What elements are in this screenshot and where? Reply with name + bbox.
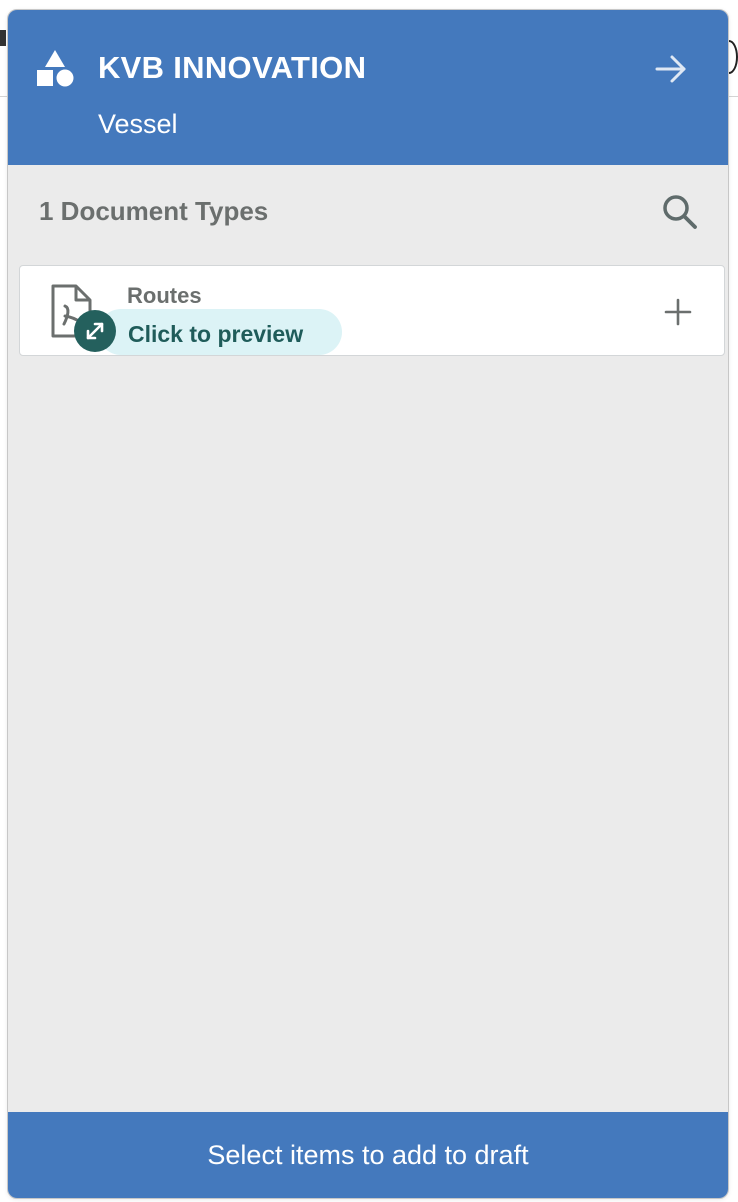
preview-label[interactable]: Click to preview	[128, 321, 303, 347]
entity-subtitle: Vessel	[98, 109, 178, 139]
search-button[interactable]	[656, 188, 704, 236]
add-to-draft-label: Select items to add to draft	[207, 1140, 529, 1170]
document-name: Routes	[127, 283, 202, 308]
document-type-item[interactable]: Click to preview Routes	[19, 265, 725, 356]
add-document-button[interactable]	[658, 292, 698, 332]
plus-icon	[664, 298, 692, 326]
document-types-panel: KVB INNOVATION Vessel 1 Document Types C…	[7, 9, 729, 1199]
panel-header: KVB INNOVATION Vessel	[8, 10, 728, 165]
company-title: KVB INNOVATION	[98, 50, 367, 85]
search-icon	[663, 195, 697, 229]
document-types-count: 1 Document Types	[39, 196, 269, 226]
shapes-icon	[37, 50, 74, 87]
arrow-right-icon	[655, 55, 686, 83]
expand-icon	[86, 322, 104, 340]
navigate-forward-button[interactable]	[652, 50, 690, 88]
add-to-draft-bar[interactable]: Select items to add to draft	[8, 1112, 728, 1198]
background-fragment	[0, 30, 6, 46]
preview-button[interactable]	[74, 310, 116, 352]
